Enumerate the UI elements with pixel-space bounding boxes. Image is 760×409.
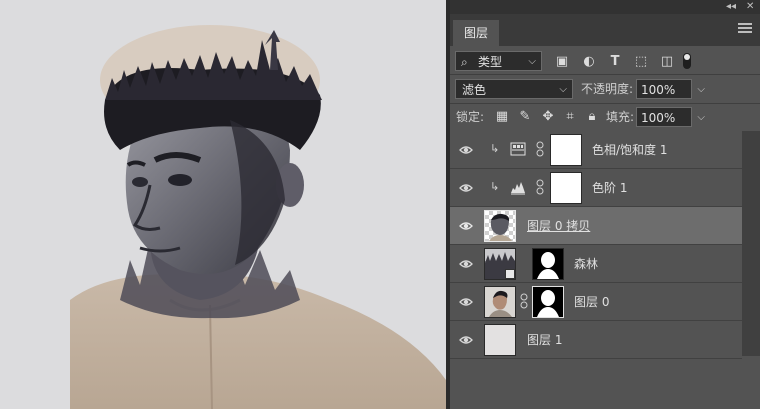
layer-row[interactable]: 图层 0 bbox=[450, 283, 742, 321]
lock-transparent-pixels-icon[interactable]: ▦ bbox=[494, 109, 510, 125]
layer-name: 森林 bbox=[574, 257, 599, 271]
layer-name: 图层 0 拷贝 bbox=[527, 219, 591, 233]
search-icon: ⌕ bbox=[461, 55, 468, 69]
link-chain-icon[interactable] bbox=[536, 141, 544, 157]
link-chain-icon[interactable] bbox=[520, 293, 528, 309]
lock-image-pixels-icon[interactable]: ✎ bbox=[517, 109, 533, 125]
eye-icon[interactable] bbox=[459, 181, 473, 195]
layer-name: 图层 0 bbox=[574, 295, 610, 309]
layer-row[interactable]: ↳ 色相/饱和度 1 bbox=[450, 131, 742, 169]
layer-thumbnail[interactable] bbox=[484, 286, 516, 318]
filter-toggle-icon[interactable] bbox=[683, 53, 691, 69]
hue-saturation-icon bbox=[510, 142, 526, 156]
lock-label: 锁定: bbox=[456, 110, 485, 124]
opacity-label: 不透明度: bbox=[581, 82, 634, 96]
tab-layers[interactable]: 图层 bbox=[453, 20, 499, 46]
image-filter-icon[interactable]: ▣ bbox=[554, 54, 570, 70]
eye-icon[interactable] bbox=[459, 257, 473, 271]
opacity-value: 100% bbox=[641, 83, 676, 97]
layer-mask-thumbnail[interactable] bbox=[550, 134, 582, 166]
layers-scrollbar[interactable] bbox=[742, 131, 760, 356]
link-chain-icon[interactable] bbox=[536, 179, 544, 195]
document-canvas[interactable] bbox=[0, 0, 446, 409]
layer-name: 图层 1 bbox=[527, 333, 563, 347]
smartobject-filter-icon[interactable]: ◫ bbox=[659, 54, 675, 70]
adjustment-filter-icon[interactable]: ◐ bbox=[581, 54, 597, 70]
layer-mask-thumbnail[interactable] bbox=[550, 172, 582, 204]
layer-row[interactable]: 图层 1 bbox=[450, 321, 742, 359]
chevron-down-icon[interactable]: ⌵ bbox=[697, 80, 705, 100]
panel-tabbar: 图层 bbox=[450, 14, 760, 46]
filter-row: ⌕ 类型 ⌵ ▣ ◐ T ⬚ ◫ bbox=[450, 46, 760, 74]
layer-row[interactable]: 图层 0 拷贝 bbox=[450, 207, 742, 245]
clipping-arrow-icon: ↳ bbox=[490, 180, 500, 193]
collapse-icon[interactable]: ◂◂ bbox=[726, 1, 736, 13]
layers-panel: ◂◂ ✕ 图层 ⌕ 类型 ⌵ ▣ ◐ T ⬚ ◫ 滤色 ⌵ 不透明度: 100%… bbox=[450, 0, 760, 409]
layers-list: ↳ 色相/饱和度 1 ↳ 色阶 1 图层 0 拷贝 森林 图层 0 图层 1 bbox=[450, 131, 742, 359]
eye-icon[interactable] bbox=[459, 219, 473, 233]
layer-thumbnail[interactable] bbox=[484, 210, 516, 242]
lock-artboard-icon[interactable]: ⌗ bbox=[562, 109, 578, 125]
fill-label: 填充: bbox=[606, 110, 635, 124]
lock-all-icon[interactable]: 🔒︎ bbox=[584, 109, 600, 125]
blend-mode-select[interactable]: 滤色 ⌵ bbox=[455, 79, 573, 99]
layer-row[interactable]: ↳ 色阶 1 bbox=[450, 169, 742, 207]
blend-mode-value: 滤色 bbox=[462, 83, 487, 97]
filter-kind-select[interactable]: ⌕ 类型 ⌵ bbox=[455, 51, 542, 71]
shape-filter-icon[interactable]: ⬚ bbox=[633, 54, 649, 70]
layer-mask-thumbnail[interactable] bbox=[532, 248, 564, 280]
chevron-down-icon: ⌵ bbox=[559, 84, 567, 95]
chevron-down-icon[interactable]: ⌵ bbox=[697, 108, 705, 128]
layer-thumbnail[interactable] bbox=[484, 248, 516, 280]
levels-icon bbox=[511, 182, 525, 195]
layer-name: 色相/饱和度 1 bbox=[592, 143, 668, 157]
double-exposure-artwork bbox=[70, 25, 446, 409]
lock-row: 锁定: ▦ ✎ ✥ ⌗ 🔒︎ 填充: 100% ⌵ bbox=[450, 104, 760, 131]
type-filter-icon[interactable]: T bbox=[607, 54, 623, 70]
lock-position-icon[interactable]: ✥ bbox=[540, 109, 556, 125]
eye-icon[interactable] bbox=[459, 143, 473, 157]
smart-object-icon bbox=[505, 269, 515, 279]
opacity-field[interactable]: 100% ⌵ bbox=[636, 79, 705, 99]
fill-field[interactable]: 100% ⌵ bbox=[636, 107, 705, 127]
chevron-down-icon: ⌵ bbox=[528, 56, 536, 67]
eye-icon[interactable] bbox=[459, 295, 473, 309]
close-icon[interactable]: ✕ bbox=[746, 1, 754, 13]
layer-row[interactable]: 森林 bbox=[450, 245, 742, 283]
panel-title-strip: ◂◂ ✕ bbox=[450, 0, 760, 14]
fill-value: 100% bbox=[641, 111, 676, 125]
clipping-arrow-icon: ↳ bbox=[490, 142, 500, 155]
filter-kind-value: 类型 bbox=[478, 55, 503, 69]
layer-name: 色阶 1 bbox=[592, 181, 628, 195]
eye-icon[interactable] bbox=[459, 333, 473, 347]
panel-menu-icon[interactable] bbox=[738, 23, 752, 35]
blend-row: 滤色 ⌵ 不透明度: 100% ⌵ bbox=[450, 75, 760, 103]
layer-thumbnail[interactable] bbox=[484, 324, 516, 356]
layer-mask-thumbnail[interactable] bbox=[532, 286, 564, 318]
